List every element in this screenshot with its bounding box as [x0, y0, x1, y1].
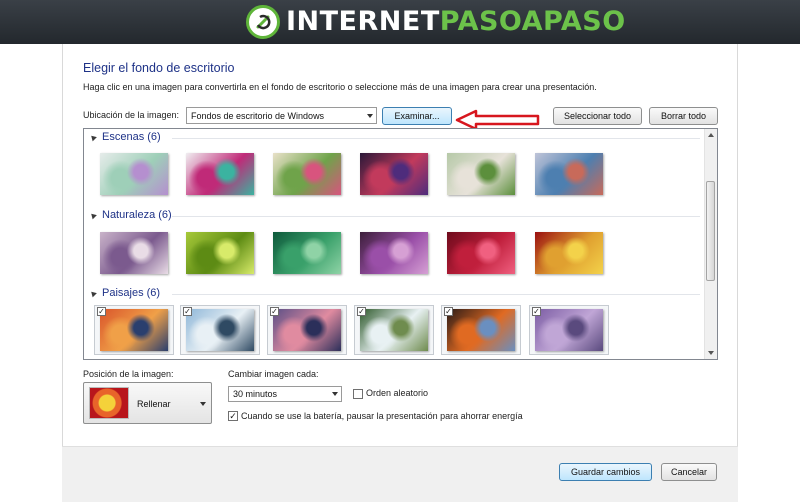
- brand-word-internet: INTERNET: [286, 6, 440, 37]
- interval-value: 30 minutos: [233, 389, 278, 399]
- group-header-naturaleza[interactable]: Naturaleza (6): [89, 208, 172, 222]
- brand-word-pasoapaso: PASOAPASO: [439, 6, 626, 37]
- site-banner: INTERNET PASOAPASO: [0, 0, 800, 44]
- wallpaper-thumb[interactable]: [273, 309, 341, 351]
- thumb-checkbox[interactable]: ✓: [270, 307, 279, 316]
- shuffle-checkbox[interactable]: [353, 389, 363, 399]
- brand-logo: INTERNET PASOAPASO: [246, 2, 626, 42]
- scroll-up-icon[interactable]: [708, 133, 714, 137]
- wallpaper-thumb[interactable]: [100, 232, 168, 274]
- group-header-paisajes[interactable]: Paisajes (6): [89, 286, 161, 300]
- thumb-checkbox[interactable]: ✓: [444, 307, 453, 316]
- collapse-icon: [89, 289, 97, 297]
- location-label: Ubicación de la imagen:: [83, 110, 180, 120]
- thumb-checkbox[interactable]: ✓: [97, 307, 106, 316]
- fill-preview-icon: [89, 387, 129, 419]
- position-label: Posición de la imagen:: [83, 369, 174, 379]
- scroll-thumb[interactable]: [706, 181, 715, 281]
- wallpaper-thumb[interactable]: [447, 153, 515, 195]
- wallpaper-thumb[interactable]: [100, 153, 168, 195]
- collapse-icon: [89, 133, 97, 141]
- wallpaper-thumb[interactable]: [447, 232, 515, 274]
- interval-select[interactable]: 30 minutos: [228, 386, 342, 402]
- group-divider: [172, 216, 700, 217]
- position-value: Rellenar: [137, 399, 171, 409]
- shuffle-label: Orden aleatorio: [366, 388, 429, 398]
- thumb-checkbox[interactable]: ✓: [532, 307, 541, 316]
- group-label: Naturaleza (6): [102, 209, 172, 221]
- wallpaper-thumb[interactable]: [273, 232, 341, 274]
- group-header-escenas[interactable]: Escenas (6): [89, 130, 161, 144]
- save-button[interactable]: Guardar cambios: [559, 463, 652, 481]
- chevron-down-icon: [332, 392, 338, 396]
- wallpaper-thumb[interactable]: [360, 153, 428, 195]
- group-divider: [172, 138, 700, 139]
- cancel-button[interactable]: Cancelar: [661, 463, 717, 481]
- group-divider: [172, 294, 700, 295]
- battery-checkbox[interactable]: ✓: [228, 411, 238, 421]
- group-label: Escenas (6): [102, 131, 161, 143]
- position-select[interactable]: Rellenar: [83, 382, 212, 424]
- page-title: Elegir el fondo de escritorio: [83, 61, 235, 75]
- gallery-scrollbar[interactable]: [704, 129, 717, 359]
- thumb-checkbox[interactable]: ✓: [357, 307, 366, 316]
- wallpaper-gallery[interactable]: Escenas (6) Naturaleza (6) Paisajes (6) …: [83, 128, 718, 360]
- wallpaper-thumb[interactable]: [273, 153, 341, 195]
- wallpaper-thumb[interactable]: [535, 309, 603, 351]
- wallpaper-thumb[interactable]: [535, 153, 603, 195]
- location-select[interactable]: Fondos de escritorio de Windows: [186, 107, 377, 124]
- ipap-logo-icon: [246, 5, 280, 39]
- clear-all-button[interactable]: Borrar todo: [649, 107, 718, 125]
- wallpaper-thumb[interactable]: [360, 309, 428, 351]
- select-all-button[interactable]: Seleccionar todo: [553, 107, 642, 125]
- wallpaper-thumb[interactable]: [186, 153, 254, 195]
- collapse-icon: [89, 211, 97, 219]
- instructions-text: Haga clic en una imagen para convertirla…: [83, 82, 597, 92]
- location-select-value: Fondos de escritorio de Windows: [191, 110, 325, 121]
- chevron-down-icon: [200, 402, 206, 406]
- wallpaper-thumb[interactable]: [100, 309, 168, 351]
- group-label: Paisajes (6): [102, 287, 161, 299]
- wallpaper-thumb[interactable]: [186, 309, 254, 351]
- wallpaper-thumb[interactable]: [186, 232, 254, 274]
- wallpaper-thumb[interactable]: [360, 232, 428, 274]
- battery-label: Cuando se use la batería, pausar la pres…: [241, 411, 523, 421]
- chevron-down-icon: [367, 113, 373, 118]
- wallpaper-thumb[interactable]: [447, 309, 515, 351]
- wallpaper-thumb[interactable]: [535, 232, 603, 274]
- scroll-down-icon[interactable]: [708, 351, 714, 355]
- interval-label: Cambiar imagen cada:: [228, 369, 319, 379]
- browse-button[interactable]: Examinar...: [382, 107, 452, 125]
- thumb-checkbox[interactable]: ✓: [183, 307, 192, 316]
